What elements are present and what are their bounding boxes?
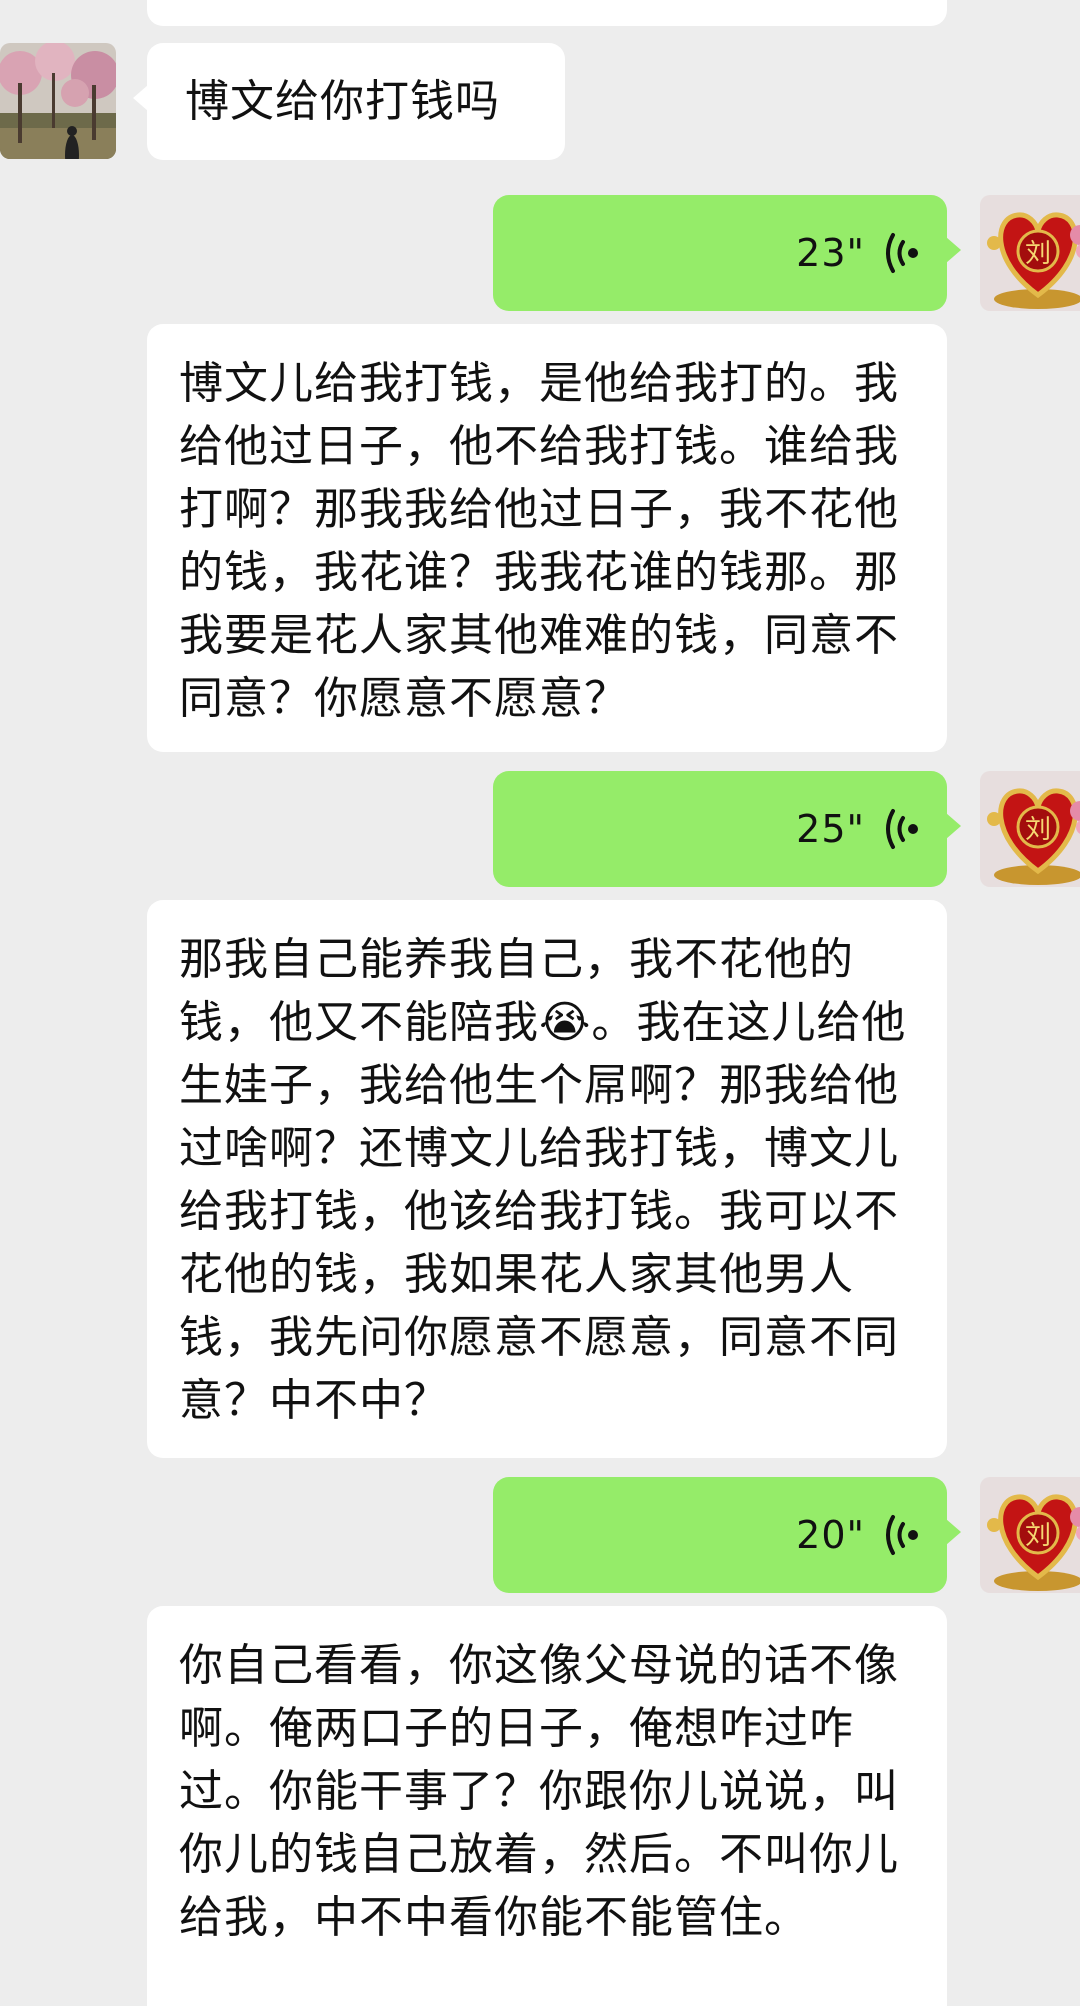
message-text: 那我自己能养我自己，我不花他的钱，他又不能陪我😭。我在这儿给他生娃子，我给他生个… (179, 928, 919, 1432)
self-avatar[interactable]: 刘 (980, 1477, 1080, 1593)
previous-message-bubble[interactable] (147, 0, 947, 26)
message-text: 博文给你打钱吗 (185, 76, 500, 127)
contact-avatar[interactable] (0, 43, 116, 159)
voice-wave-icon (886, 809, 918, 849)
incoming-message-bubble[interactable]: 博文儿给我打钱，是他给我打的。我给他过日子，他不给我打钱。谁给我打啊？那我我给他… (147, 324, 947, 752)
voice-message-bubble[interactable]: 25" (493, 771, 961, 887)
voice-message-bubble[interactable]: 23" (493, 195, 961, 311)
svg-text:刘: 刘 (1025, 815, 1051, 845)
self-avatar[interactable]: 刘 (980, 771, 1080, 887)
svg-text:刘: 刘 (1025, 1521, 1051, 1551)
voice-duration: 20" (796, 1513, 865, 1557)
incoming-message-bubble[interactable]: 博文给你打钱吗 (133, 43, 565, 160)
incoming-message-bubble[interactable]: 你自己看看，你这像父母说的话不像啊。俺两口子的日子，俺想咋过咋过。你能干事了？你… (147, 1606, 947, 2006)
heart-badge-avatar-image: 刘 (980, 195, 1080, 311)
voice-wave-icon (886, 1515, 918, 1555)
voice-message-bubble[interactable]: 20" (493, 1477, 961, 1593)
voice-wave-icon (886, 233, 918, 273)
voice-duration: 25" (796, 807, 865, 851)
voice-duration: 23" (796, 231, 865, 275)
orchard-photo (0, 43, 116, 159)
message-text-part: 。我在这儿给他生娃子，我给他生个屌啊？那我给他过啥啊？还博文儿给我打钱，博文儿给… (179, 997, 907, 1426)
heart-badge-avatar-image: 刘 (980, 1477, 1080, 1593)
self-avatar[interactable]: 刘 (980, 195, 1080, 311)
crying-face-emoji: 😭 (539, 997, 592, 1048)
message-text: 你自己看看，你这像父母说的话不像啊。俺两口子的日子，俺想咋过咋过。你能干事了？你… (179, 1640, 899, 1943)
incoming-message-bubble[interactable]: 那我自己能养我自己，我不花他的钱，他又不能陪我😭。我在这儿给他生娃子，我给他生个… (147, 900, 947, 1458)
heart-badge-avatar-image: 刘 (980, 771, 1080, 887)
svg-text:刘: 刘 (1025, 239, 1051, 269)
message-text: 博文儿给我打钱，是他给我打的。我给他过日子，他不给我打钱。谁给我打啊？那我我给他… (179, 358, 899, 724)
